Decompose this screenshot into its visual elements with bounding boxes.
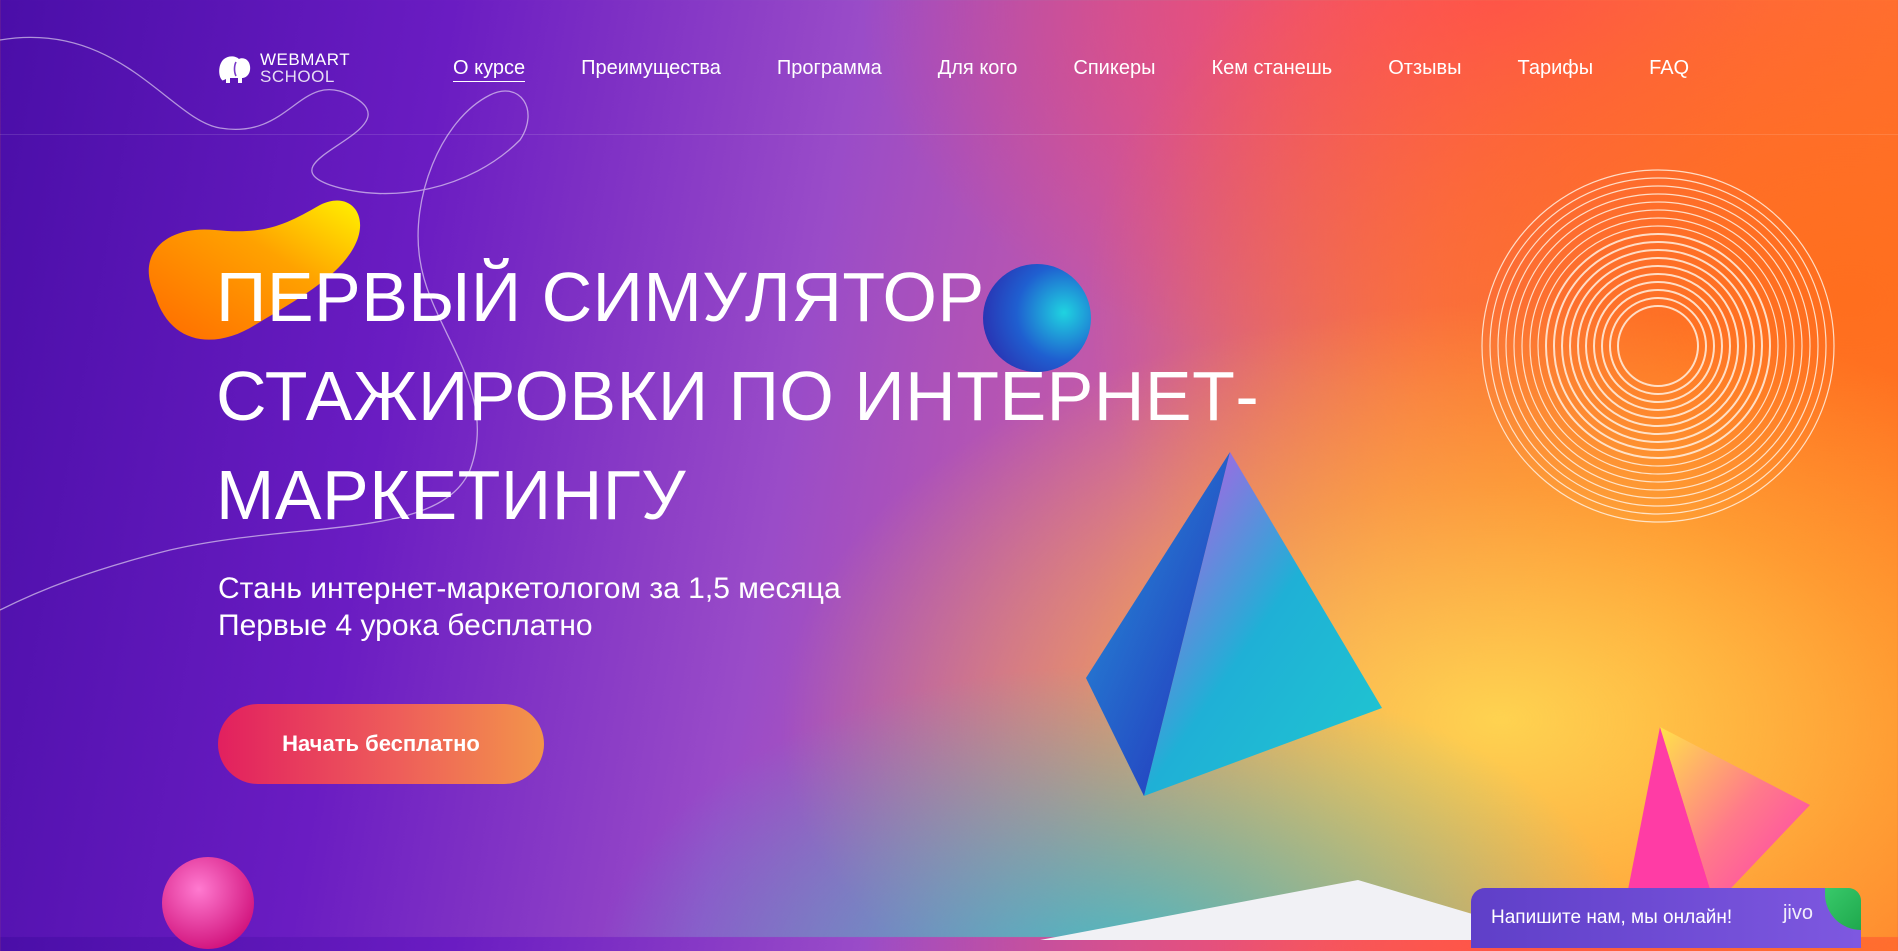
chat-widget-text: Напишите нам, мы онлайн! bbox=[1491, 907, 1733, 928]
logo-subname: SCHOOL bbox=[260, 67, 335, 86]
hero-title-line: маркетингу bbox=[216, 456, 687, 534]
site-header: WEBMART SCHOOL О курсе Преимущества Прог… bbox=[0, 0, 1898, 135]
online-indicator-icon bbox=[1825, 888, 1861, 930]
nav-item-reviews[interactable]: Отзывы bbox=[1388, 55, 1461, 82]
chat-brand-logo: jivo bbox=[1782, 902, 1813, 924]
hero-subtitle-line: Первые 4 урока бесплатно bbox=[218, 609, 593, 642]
nav-item-speakers[interactable]: Спикеры bbox=[1073, 55, 1155, 82]
pink-pyramid bbox=[1625, 727, 1810, 905]
nav-item-advantages[interactable]: Преимущества bbox=[581, 55, 721, 82]
nav-item-about[interactable]: О курсе bbox=[453, 55, 526, 82]
hero-title-line: стажировки по интернет- bbox=[216, 357, 1260, 435]
logo[interactable]: WEBMART SCHOOL bbox=[216, 50, 350, 86]
start-free-button[interactable]: Начать бесплатно bbox=[218, 704, 544, 784]
hero-title: Первый симулятор стажировки по интернет-… bbox=[216, 248, 1316, 545]
nav-item-for-whom[interactable]: Для кого bbox=[938, 55, 1018, 82]
logo-name: WEBMART bbox=[260, 50, 351, 69]
nav-item-pricing[interactable]: Тарифы bbox=[1518, 55, 1594, 82]
nav-item-career[interactable]: Кем станешь bbox=[1211, 55, 1332, 82]
concentric-rings bbox=[1481, 169, 1835, 523]
chat-widget[interactable]: Напишите нам, мы онлайн! jivo bbox=[1471, 888, 1861, 948]
hero-title-line: Первый симулятор bbox=[216, 258, 985, 336]
hero-subtitle-line: Стань интернет-маркетологом за 1,5 месяц… bbox=[218, 572, 841, 605]
elephant-logo-icon bbox=[219, 56, 251, 83]
nav-item-faq[interactable]: FAQ bbox=[1649, 55, 1689, 82]
nav-item-program[interactable]: Программа bbox=[777, 55, 882, 82]
hero-subtitle: Стань интернет-маркетологом за 1,5 месяц… bbox=[218, 570, 841, 644]
main-nav: О курсе Преимущества Программа Для кого … bbox=[453, 55, 1745, 82]
